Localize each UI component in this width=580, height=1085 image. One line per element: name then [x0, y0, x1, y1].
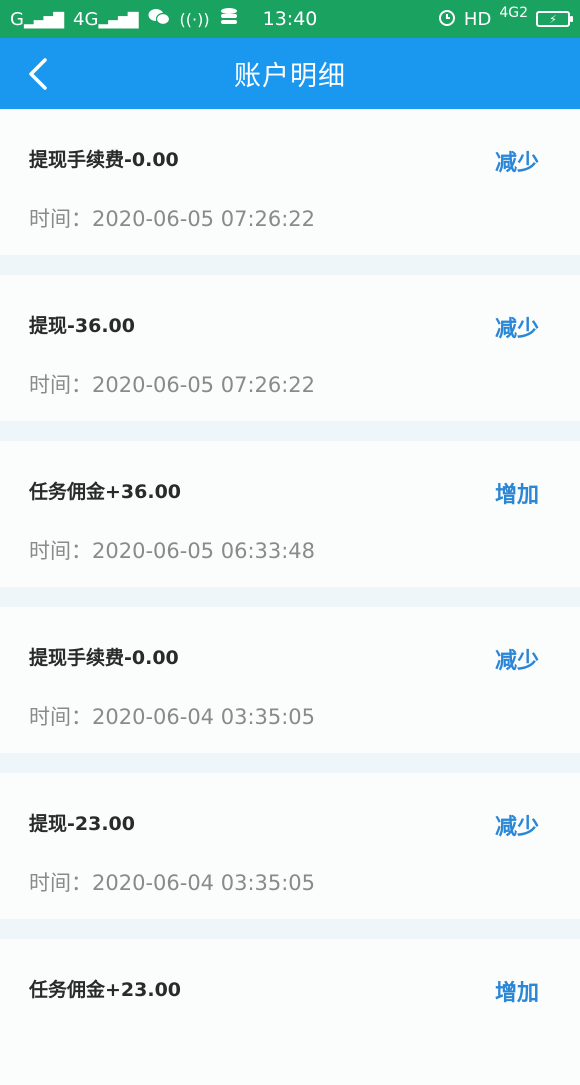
record-type: 减少: [494, 815, 539, 840]
list-item[interactable]: 任务佣金+23.00 增加: [0, 939, 580, 1085]
status-right: HD 4G2 ⚡: [438, 5, 573, 31]
record-title: 任务佣金+36.00: [29, 481, 182, 503]
hotspot-icon: ((·)): [179, 9, 210, 29]
record-type: 增加: [494, 981, 539, 1006]
data-icon: [220, 7, 238, 32]
record-title: 提现手续费-0.00: [29, 647, 179, 669]
hd-label: HD: [463, 8, 492, 30]
signal-4g-icon: 4G▂▄▆█: [73, 8, 138, 30]
page-title: 账户明细: [234, 61, 346, 92]
record-type: 减少: [494, 649, 539, 674]
list-item[interactable]: 任务佣金+36.00 时间：2020-06-05 06:33:48 增加: [0, 441, 580, 587]
status-time: 13:40: [262, 8, 318, 30]
list-item[interactable]: 提现-23.00 时间：2020-06-04 03:35:05 减少: [0, 773, 580, 919]
status-bar: G▂▄▆█ 4G▂▄▆█ ((·)) 13:40 HD 4G2 ⚡: [0, 0, 580, 38]
battery-icon: ⚡: [536, 11, 573, 27]
record-type: 减少: [494, 317, 539, 342]
record-time: 时间：2020-06-05 07:26:22: [29, 207, 316, 231]
status-left: G▂▄▆█ 4G▂▄▆█ ((·)): [10, 7, 238, 32]
record-time: 时间：2020-06-04 03:35:05: [29, 871, 316, 895]
record-type: 减少: [494, 151, 539, 176]
record-title: 提现-36.00: [29, 315, 135, 337]
wechat-icon: [148, 8, 170, 31]
alarm-icon: [438, 8, 456, 31]
record-title: 任务佣金+23.00: [29, 979, 182, 1001]
record-type: 增加: [494, 483, 539, 508]
record-title: 提现-23.00: [29, 813, 135, 835]
record-time: 时间：2020-06-05 07:26:22: [29, 373, 316, 397]
list-item[interactable]: 提现-36.00 时间：2020-06-05 07:26:22 减少: [0, 275, 580, 421]
chevron-left-icon: [29, 57, 47, 90]
signal-icon: G▂▄▆█: [10, 8, 64, 30]
back-button[interactable]: [18, 38, 58, 109]
list-item[interactable]: 提现手续费-0.00 时间：2020-06-05 07:26:22 减少: [0, 109, 580, 255]
record-title: 提现手续费-0.00: [29, 149, 179, 171]
header-bar: 账户明细: [0, 38, 580, 109]
record-list: 提现手续费-0.00 时间：2020-06-05 07:26:22 减少 提现-…: [0, 109, 580, 1085]
record-time: 时间：2020-06-04 03:35:05: [29, 705, 316, 729]
record-time: 时间：2020-06-05 06:33:48: [29, 539, 316, 563]
list-item[interactable]: 提现手续费-0.00 时间：2020-06-04 03:35:05 减少: [0, 607, 580, 753]
network-label: 4G2: [499, 5, 528, 21]
